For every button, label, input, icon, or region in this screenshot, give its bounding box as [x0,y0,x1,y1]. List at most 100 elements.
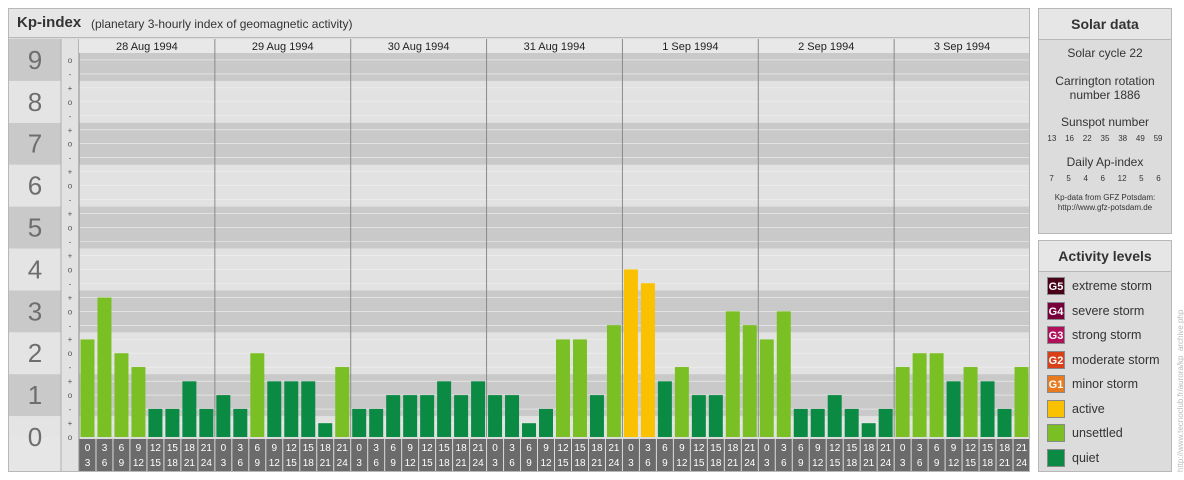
kp-bar [725,311,740,437]
kp-bar [776,311,791,437]
y-minor-label: o [68,433,73,442]
y-minor-label: o [68,265,73,274]
interval-start-label: 15 [574,443,586,454]
kp-bar [233,408,248,437]
interval-end-label: 3 [764,458,770,469]
ap-value: 12 [1117,174,1127,183]
interval-start-label: 6 [662,443,668,454]
interval-end-label: 12 [133,458,145,469]
sunspot-values: 13 16 22 35 38 49 59 [1039,134,1171,143]
day-label: 31 Aug 1994 [524,41,586,53]
interval-end-label: 24 [1016,458,1028,469]
interval-end-label: 12 [676,458,688,469]
kp-bar [267,381,282,437]
interval-end-label: 3 [492,458,498,469]
legend-swatch: G2 [1047,350,1065,369]
interval-start-label: 15 [439,443,451,454]
y-minor-label: - [69,196,72,205]
interval-end-label: 3 [85,458,91,469]
y-minor-label: - [69,112,72,121]
interval-end-label: 6 [917,458,923,469]
interval-end-label: 18 [574,458,586,469]
kp-bar [488,395,503,437]
kp-chart-panel: Kp-index (planetary 3-hourly index of ge… [8,8,1030,472]
ap-value: 7 [1049,174,1054,183]
kp-bar [318,423,333,437]
kp-bar [471,381,486,437]
interval-start-label: 18 [456,443,468,454]
kp-bar [929,353,944,437]
kp-bar [912,353,927,437]
day-label: 2 Sep 1994 [798,41,854,53]
kp-bar [980,381,995,437]
y-minor-label: o [68,182,73,191]
kp-bar [708,395,723,437]
interval-end-label: 12 [812,458,824,469]
interval-end-label: 21 [999,458,1011,469]
interval-start-label: 12 [965,443,977,454]
interval-end-label: 15 [422,458,434,469]
interval-start-label: 15 [982,443,994,454]
interval-end-label: 21 [591,458,603,469]
y-minor-label: o [68,98,73,107]
interval-start-label: 9 [136,443,142,454]
kp-bar [335,367,350,437]
kp-bar [827,395,842,437]
interval-start-label: 18 [184,443,196,454]
kp-bar [606,325,621,437]
kp-bar [539,408,553,437]
y-minor-label: + [68,210,73,219]
interval-end-label: 9 [255,458,261,469]
credit-text: http://www.tecnoclub.fr/aurora/kp_archiv… [1176,309,1184,472]
y-minor-label: + [68,84,73,93]
interval-start-label: 21 [744,443,756,454]
day-label: 29 Aug 1994 [252,41,314,53]
interval-end-label: 3 [628,458,634,469]
legend-item-strong-storm: G3 strong storm [1039,323,1171,348]
ap-values: 7 5 4 6 12 5 6 [1039,174,1171,183]
y-minor-label: - [69,70,72,79]
ap-value: 6 [1100,174,1105,183]
interval-start-label: 3 [102,443,108,454]
kp-bar [895,367,910,437]
kp-bar [80,339,95,437]
interval-end-label: 12 [269,458,281,469]
interval-start-label: 12 [557,443,569,454]
y-minor-label: o [68,56,73,65]
interval-end-label: 24 [608,458,620,469]
kp-bar [810,408,825,437]
y-minor-label: + [68,126,73,135]
y-minor-label: - [69,279,72,288]
carrington-line1: Carrington rotation [1055,74,1155,88]
kp-bar [114,353,129,437]
interval-start-label: 9 [815,443,821,454]
y-major-label: 3 [28,296,42,326]
kp-bar [963,367,978,437]
kp-bar [861,423,876,437]
interval-end-label: 15 [965,458,977,469]
kp-bar [131,367,146,437]
legend-label: strong storm [1072,328,1142,343]
y-major-label: 4 [28,254,42,284]
y-major-label: 6 [28,171,42,201]
interval-start-label: 3 [917,443,923,454]
legend-label: minor storm [1072,377,1138,392]
kp-bar [250,353,265,437]
ap-value: 5 [1139,174,1144,183]
y-minor-label: - [69,237,72,246]
legend-swatch: G1 [1047,375,1065,394]
interval-start-label: 0 [764,443,770,454]
interval-end-label: 18 [982,458,994,469]
interval-end-label: 24 [880,458,892,469]
sunspot-value: 22 [1082,134,1092,143]
interval-end-label: 9 [526,458,532,469]
interval-start-label: 3 [238,443,244,454]
interval-start-label: 6 [390,443,396,454]
kp-bar [182,381,197,437]
interval-end-label: 3 [356,458,362,469]
interval-end-label: 6 [373,458,379,469]
y-major-label: 0 [28,422,42,452]
y-minor-label: + [68,168,73,177]
legend-swatch [1047,448,1065,467]
interval-start-label: 21 [1016,443,1028,454]
